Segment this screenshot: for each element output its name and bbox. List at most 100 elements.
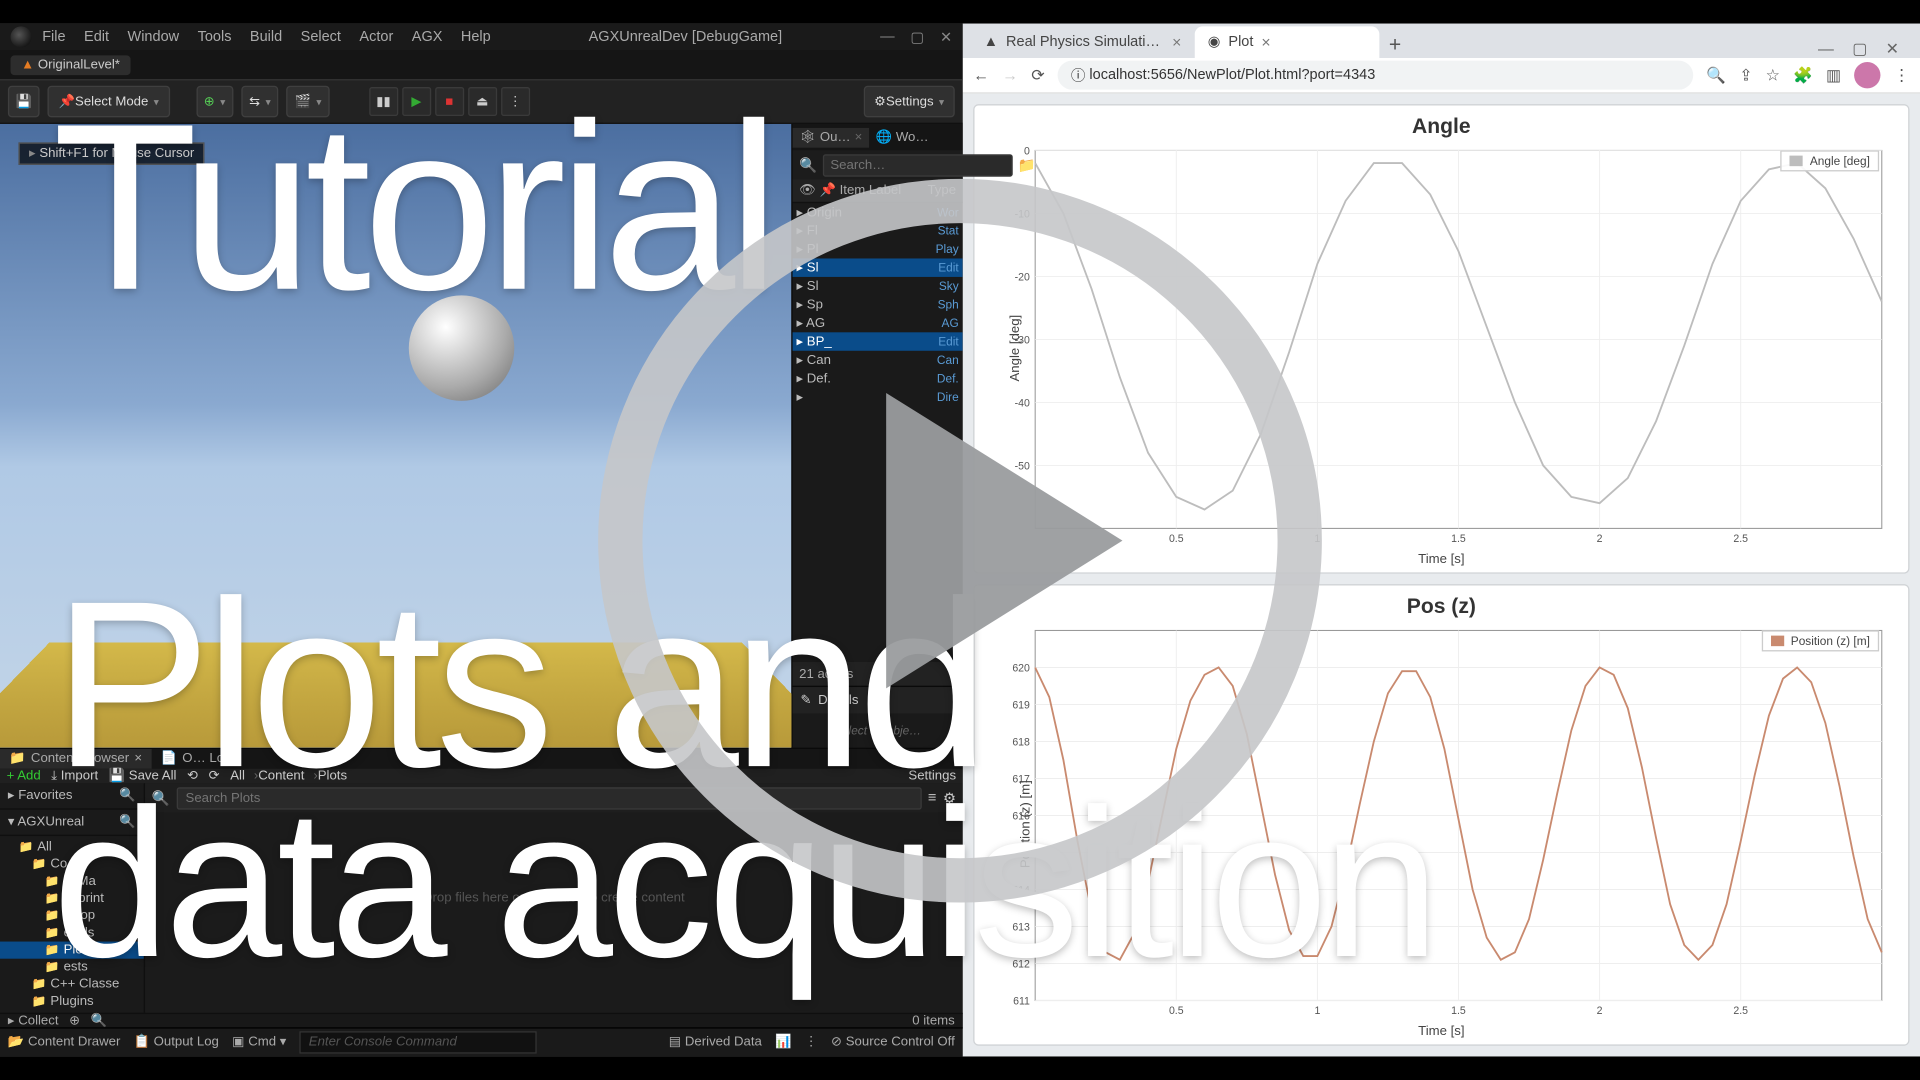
close-icon[interactable]: ✕ bbox=[940, 28, 952, 45]
marketplace-icon[interactable]: ⇆▾ bbox=[241, 86, 278, 118]
add-button[interactable]: + Add bbox=[7, 769, 41, 784]
console-input[interactable]: Enter Console Command bbox=[300, 1031, 537, 1053]
tree-node[interactable]: 📁Co bbox=[0, 856, 144, 873]
mode-selector[interactable]: 📌 Select Mode▾ bbox=[48, 86, 169, 118]
save-icon[interactable]: 💾 bbox=[8, 86, 40, 118]
tab-details[interactable]: Details bbox=[818, 693, 858, 708]
extensions-icon[interactable]: 🧩 bbox=[1793, 66, 1813, 84]
close-icon[interactable]: ✕ bbox=[1886, 39, 1899, 57]
more-icon[interactable]: ⋮ bbox=[805, 1035, 818, 1050]
new-tab-icon[interactable]: + bbox=[1379, 34, 1411, 58]
svg-text:1.5: 1.5 bbox=[1451, 533, 1466, 545]
tab-outliner[interactable]: 🕸 Ou… × bbox=[793, 127, 869, 147]
search-icon[interactable]: 🔍 bbox=[119, 789, 135, 804]
close-tab-icon[interactable]: × bbox=[1261, 32, 1270, 50]
menu-actor[interactable]: Actor bbox=[359, 29, 393, 45]
menu-build[interactable]: Build bbox=[250, 29, 282, 45]
tree-node[interactable]: 📁evels bbox=[0, 924, 144, 941]
back-icon[interactable]: ← bbox=[973, 66, 989, 84]
forward-icon[interactable]: → bbox=[1002, 66, 1018, 84]
outliner-item[interactable]: ▸ CanCan bbox=[793, 351, 963, 369]
outliner-item[interactable]: ▸ SlEdit bbox=[793, 258, 963, 276]
add-content-icon[interactable]: ⊕▾ bbox=[196, 86, 233, 118]
breadcrumb-item[interactable]: All bbox=[230, 769, 258, 784]
svg-text:612: 612 bbox=[1012, 958, 1030, 970]
derived-data-button[interactable]: ▤ Derived Data bbox=[669, 1035, 762, 1050]
tree-node[interactable]: 📁All bbox=[0, 839, 144, 856]
tree-node[interactable]: 📁Plugins bbox=[0, 993, 144, 1010]
minimize-icon[interactable]: — bbox=[1818, 39, 1834, 57]
cinematic-icon[interactable]: 🎬▾ bbox=[287, 86, 330, 118]
details-empty: Select an obje… bbox=[793, 713, 963, 747]
maximize-icon[interactable]: ▢ bbox=[910, 28, 924, 45]
stop-icon[interactable]: ■ bbox=[435, 87, 464, 116]
content-search[interactable] bbox=[176, 787, 921, 809]
tree-node[interactable]: 📁gxMa bbox=[0, 873, 144, 890]
url-bar[interactable]: ⓘ localhost:5656/NewPlot/Plot.html?port=… bbox=[1058, 60, 1693, 89]
tab-favicon-icon: ▲ bbox=[984, 34, 998, 50]
menu-icon[interactable]: ⋮ bbox=[1894, 66, 1910, 84]
share-icon[interactable]: ⇪ bbox=[1739, 66, 1752, 84]
favorites-section[interactable]: Favorites bbox=[18, 789, 72, 804]
zoom-icon[interactable]: 🔍 bbox=[1706, 66, 1726, 84]
star-icon[interactable]: ☆ bbox=[1766, 66, 1780, 84]
tree-node[interactable]: 📁velop bbox=[0, 907, 144, 924]
close-tab-icon[interactable]: × bbox=[1172, 32, 1181, 50]
output-log-button[interactable]: 📋 Output Log bbox=[134, 1035, 219, 1050]
frame-advance-icon[interactable]: ▶ bbox=[402, 87, 431, 116]
tab-output-log[interactable]: 📄 O… Log bbox=[151, 749, 240, 769]
browser-tab-active[interactable]: ◉ Plot × bbox=[1195, 26, 1380, 58]
maximize-icon[interactable]: ▢ bbox=[1852, 39, 1867, 57]
level-viewport[interactable]: Shift+F1 for Mouse Cursor bbox=[0, 124, 791, 748]
letterbox-bottom bbox=[0, 1056, 1920, 1080]
menu-tools[interactable]: Tools bbox=[198, 29, 232, 45]
outliner-search[interactable] bbox=[822, 154, 1012, 176]
menu-agx[interactable]: AGX bbox=[412, 29, 443, 45]
menu-select[interactable]: Select bbox=[301, 29, 341, 45]
breadcrumb-item[interactable]: Plots bbox=[318, 769, 353, 784]
viewport-hint: Shift+F1 for Mouse Cursor bbox=[18, 142, 204, 164]
stats-icon[interactable]: 📊 bbox=[775, 1035, 791, 1050]
outliner-item[interactable]: ▸ FlStat bbox=[793, 222, 963, 240]
import-button[interactable]: ⤓ Import bbox=[51, 769, 98, 784]
minimize-icon[interactable]: — bbox=[880, 28, 895, 45]
save-all-button[interactable]: 💾 Save All bbox=[109, 769, 177, 784]
tree-node[interactable]: 📁C++ Classe bbox=[0, 976, 144, 993]
tree-node[interactable]: 📁ueprint bbox=[0, 890, 144, 907]
content-drawer-button[interactable]: 📂 Content Drawer bbox=[8, 1035, 120, 1050]
outliner-item[interactable]: ▸ SlSky bbox=[793, 277, 963, 295]
outliner-item[interactable]: ▸ AGAG bbox=[793, 314, 963, 332]
breadcrumb-item[interactable]: Content bbox=[258, 769, 318, 784]
outliner-item[interactable]: ▸ Def.Def. bbox=[793, 369, 963, 387]
outliner-item[interactable]: ▸ OriginWor bbox=[793, 203, 963, 221]
project-root[interactable]: AGXUnreal bbox=[17, 815, 84, 830]
outliner-item[interactable]: ▸ BP_Edit bbox=[793, 332, 963, 350]
menu-file[interactable]: File bbox=[42, 29, 65, 45]
tab-world[interactable]: 🌐 Wo… bbox=[869, 127, 935, 147]
profile-avatar[interactable] bbox=[1854, 62, 1880, 88]
outliner-item[interactable]: ▸ Dire bbox=[793, 388, 963, 406]
outliner-item[interactable]: ▸ PlPlay bbox=[793, 240, 963, 258]
tree-node[interactable]: 📁Plots bbox=[0, 942, 144, 959]
play-options-icon[interactable]: ⋮ bbox=[501, 87, 530, 116]
menu-edit[interactable]: Edit bbox=[84, 29, 109, 45]
tab-content-browser[interactable]: 📁 Content Browser × bbox=[0, 749, 151, 769]
reload-icon[interactable]: ⟳ bbox=[1031, 66, 1044, 84]
filter-icon[interactable]: ≡ bbox=[928, 790, 936, 806]
content-settings-button[interactable]: Settings bbox=[908, 769, 956, 784]
level-tab[interactable]: ▲ OriginalLevel* bbox=[11, 55, 131, 75]
search-icon[interactable]: 🔍 bbox=[119, 815, 135, 830]
view-options-icon[interactable]: ⚙ bbox=[943, 789, 956, 806]
source-control-button[interactable]: ⊘ Source Control Off bbox=[831, 1035, 955, 1050]
pause-icon[interactable]: ▮▮ bbox=[369, 87, 398, 116]
outliner-item[interactable]: ▸ SpSph bbox=[793, 295, 963, 313]
menu-help[interactable]: Help bbox=[461, 29, 491, 45]
menu-window[interactable]: Window bbox=[128, 29, 180, 45]
tree-node[interactable]: 📁ests bbox=[0, 959, 144, 976]
history-fwd-icon[interactable]: ⟳ bbox=[209, 769, 220, 784]
browser-tab-inactive[interactable]: ▲ Real Physics Simulations - Fast - × bbox=[971, 26, 1195, 58]
eject-icon[interactable]: ⏏ bbox=[468, 87, 497, 116]
sidepanel-icon[interactable]: ▥ bbox=[1826, 66, 1841, 84]
history-back-icon[interactable]: ⟲ bbox=[187, 769, 198, 784]
settings-button[interactable]: ⚙ Settings▾ bbox=[864, 86, 955, 118]
